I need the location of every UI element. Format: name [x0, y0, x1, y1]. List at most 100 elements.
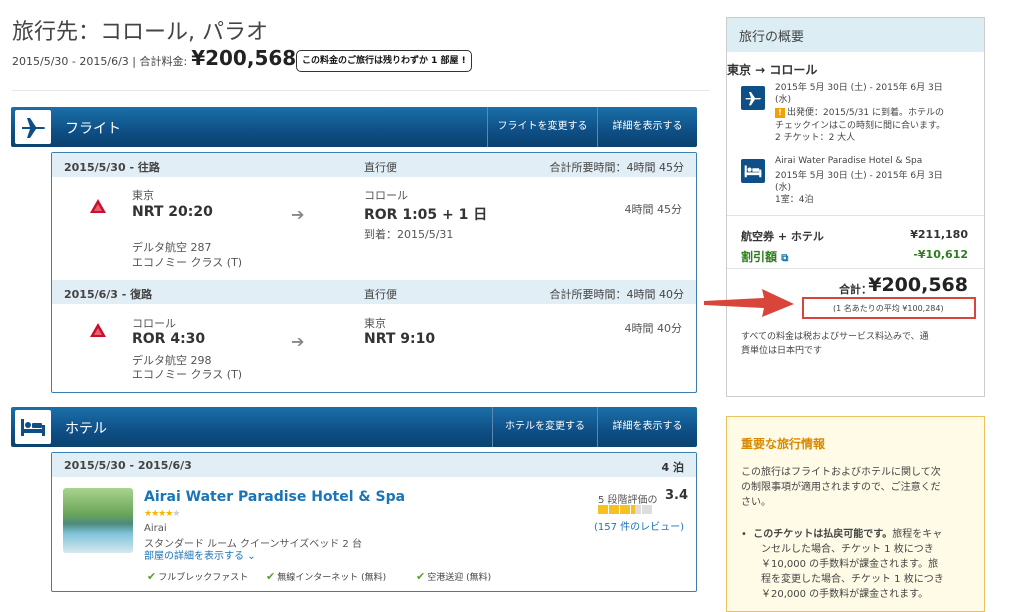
header-total-price: ¥200,568	[191, 46, 297, 70]
amenity-shuttle: ✔ 空港送迎 (無料)	[416, 570, 491, 583]
hotel-dates-header: 2015/5/30 - 2015/6/3 4 泊	[52, 453, 696, 477]
hotel-section-title: ホテル	[65, 421, 107, 437]
delta-logo-icon	[90, 199, 106, 213]
leg-duration: 4時間 40分	[624, 322, 683, 335]
leg-date: 2015/6/3 - 復路	[64, 288, 153, 301]
discount-label-text: 割引額	[741, 250, 778, 264]
bed-icon	[741, 159, 765, 183]
summary-title: 旅行の概要	[727, 18, 984, 52]
room-details-link[interactable]: 部屋の詳細を表示する ⌄	[144, 547, 256, 562]
leg-type: 直行便	[364, 161, 397, 174]
rating-box	[598, 505, 608, 514]
package-label: 航空券 + ホテル	[741, 230, 824, 243]
info-bullet-text: 旅程をキャ	[892, 529, 943, 540]
leg-date: 2015/5/30 - 往路	[64, 161, 160, 174]
info-intro: この旅行はフライトおよびホテルに関して次	[741, 467, 941, 478]
checkmark-icon: ✔	[266, 570, 276, 583]
to-time: ROR 1:05 + 1 日	[364, 207, 488, 223]
summary-route: 東京 → コロール	[727, 63, 818, 77]
arrow-right-icon: ➔	[291, 205, 305, 224]
cabin-class: エコノミー クラス (T)	[132, 368, 243, 381]
rating-box	[609, 505, 619, 514]
bed-icon	[11, 407, 55, 447]
summary-total-price: ¥200,568	[868, 274, 968, 296]
divider	[727, 215, 984, 216]
info-bullet: • このチケットは払戻可能です。旅程をキャ	[741, 525, 942, 540]
rating-box	[620, 505, 630, 514]
rating-box	[631, 505, 641, 514]
flight-dates: 2015年 5月 30日 (土) - 2015年 6月 3日	[775, 83, 943, 93]
info-bullet-line: ンセルした場合、チケット 1 枚につき	[761, 544, 934, 555]
total-label: 合計：	[839, 283, 872, 296]
amenity-wifi: ✔ 無線インターネット (無料)	[266, 570, 386, 583]
hotel-rooms: 1室：4泊	[775, 195, 814, 205]
info-intro-cont: の制限事項が適用されますので、ご注意くだ	[741, 482, 941, 493]
external-link-icon[interactable]: ⧉	[781, 253, 788, 264]
empty-star-icon: ★	[172, 509, 180, 519]
scarcity-badge: この料金のご旅行は残りわずか 1 部屋 !	[296, 50, 472, 72]
divider	[727, 268, 984, 269]
summary-hotel-name: Airai Water Paradise Hotel & Spa	[775, 156, 923, 166]
to-city: コロール	[364, 189, 408, 202]
info-bullet-line: 程を変更した場合、チケット 1 枚につき	[761, 574, 944, 585]
reviews-link[interactable]: (157 件のレビュー)	[594, 518, 684, 533]
annotation-highlight-box	[802, 297, 976, 319]
flight-warning: ! 出発便：2015/5/31 に到着。ホテルの	[775, 105, 944, 118]
flight-section-title: フライト	[65, 121, 121, 137]
flight-dates-cont: (水)	[775, 95, 792, 105]
rating-box	[642, 505, 652, 514]
flight-passengers: 2 チケット：2 大人	[775, 133, 856, 143]
airplane-icon	[11, 107, 55, 147]
checkmark-icon: ✔	[147, 570, 157, 583]
leg-total-time: 合計所要時間：4時間 40分	[549, 288, 685, 301]
cabin-class: エコノミー クラス (T)	[132, 256, 243, 269]
from-time: NRT 20:20	[132, 204, 213, 220]
hotel-dates: 2015年 5月 30日 (土) - 2015年 6月 3日	[775, 171, 943, 181]
important-info-panel: 重要な旅行情報 この旅行はフライトおよびホテルに関して次 の制限事項が適用されま…	[726, 416, 985, 612]
discount-price: -¥10,612	[913, 248, 968, 261]
arrow-right-icon: ➔	[291, 332, 305, 351]
hotel-details-button[interactable]: 詳細を表示する	[597, 407, 697, 447]
checkmark-icon: ✔	[416, 570, 426, 583]
header-divider	[12, 90, 709, 91]
delta-logo-icon	[90, 323, 106, 337]
info-intro-end: さい。	[741, 497, 771, 508]
outbound-leg-header: 2015/5/30 - 往路 直行便 合計所要時間：4時間 45分	[52, 153, 696, 177]
amenity-label: フルブレックファスト	[158, 573, 249, 583]
from-city: コロール	[132, 317, 176, 330]
hotel-name-link[interactable]: Airai Water Paradise Hotel & Spa	[144, 489, 405, 505]
from-time: ROR 4:30	[132, 331, 206, 347]
trip-dates: 2015/5/30 - 2015/6/3 | 合計料金:	[12, 55, 188, 68]
warning-icon: !	[775, 108, 785, 118]
hotel-star-rating: ★★★★★	[144, 509, 180, 519]
flight-details-button[interactable]: 詳細を表示する	[597, 107, 697, 147]
hotel-photo[interactable]	[63, 488, 133, 553]
flight-card: 2015/5/30 - 往路 直行便 合計所要時間：4時間 45分 東京 NRT…	[51, 152, 697, 393]
leg-type: 直行便	[364, 288, 397, 301]
discount-label: 割引額 ⧉	[741, 248, 788, 265]
hotel-location: Airai	[144, 523, 167, 534]
airplane-icon	[741, 86, 765, 110]
flight-warning-text: 出発便：2015/5/31 に到着。ホテルの	[787, 108, 945, 118]
to-city: 東京	[364, 317, 386, 330]
info-bullet-line: ￥10,000 の手数料が課金されます。旅	[761, 559, 939, 570]
change-hotel-button[interactable]: ホテルを変更する	[492, 407, 597, 447]
bullet-icon: •	[741, 529, 747, 540]
flight-section-bar: フライト フライトを変更する 詳細を表示する	[11, 107, 697, 147]
change-flight-button[interactable]: フライトを変更する	[487, 107, 597, 147]
trip-subline: 2015/5/30 - 2015/6/3 | 合計料金: ¥200,568	[12, 46, 296, 70]
rating-value: 3.4	[665, 488, 689, 503]
hotel-dates: 2015/5/30 - 2015/6/3	[64, 459, 192, 472]
return-leg-header: 2015/6/3 - 復路 直行便 合計所要時間：4時間 40分	[52, 280, 696, 304]
amenity-label: 空港送迎 (無料)	[427, 573, 492, 583]
package-price: ¥211,180	[910, 228, 968, 241]
from-city: 東京	[132, 189, 154, 202]
annotation-arrow-icon	[704, 289, 794, 317]
info-bullet-bold: このチケットは払戻可能です。	[753, 529, 893, 540]
rating-label: 5 段階評価の	[598, 495, 658, 506]
hotel-section-bar: ホテル ホテルを変更する 詳細を表示する	[11, 407, 697, 447]
amenity-label: 無線インターネット (無料)	[277, 573, 387, 583]
page-title: 旅行先：コロール, パラオ	[12, 20, 268, 45]
leg-duration: 4時間 45分	[624, 203, 683, 216]
info-title: 重要な旅行情報	[741, 437, 826, 451]
